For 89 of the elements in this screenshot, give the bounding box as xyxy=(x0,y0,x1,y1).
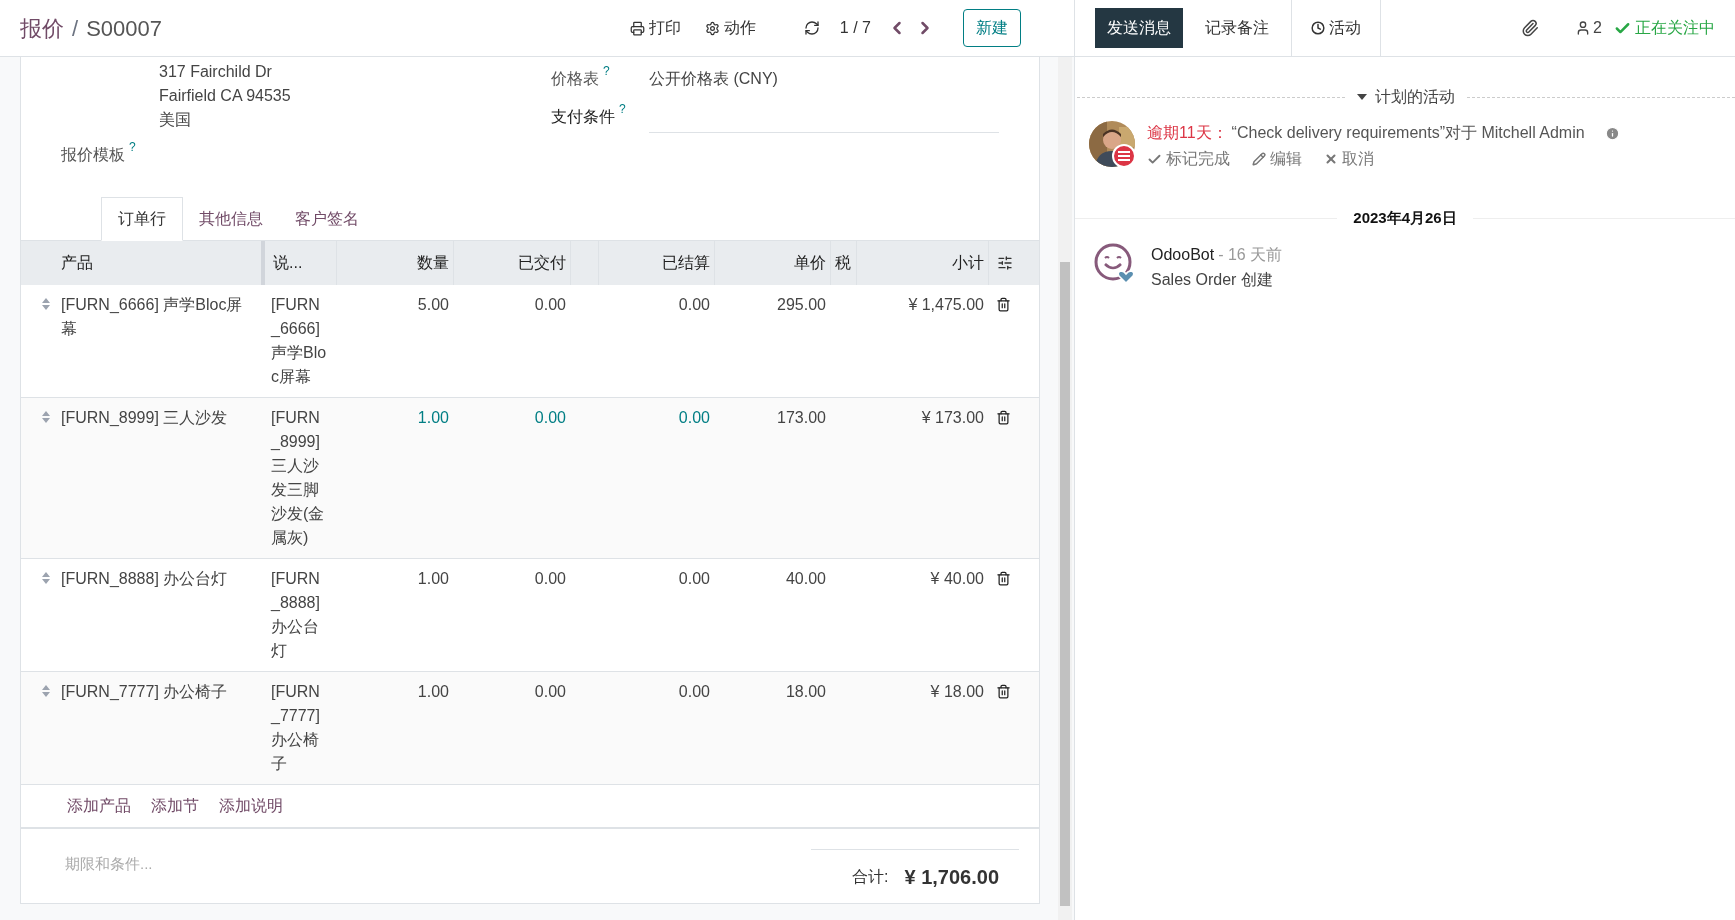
add-line-link[interactable]: 添加说明 xyxy=(219,794,283,818)
new-button[interactable]: 新建 xyxy=(963,9,1021,47)
activity-action[interactable]: 取消 xyxy=(1324,147,1374,171)
form-tab[interactable]: 客户签名 xyxy=(279,197,375,241)
activity-action[interactable]: 标记完成 xyxy=(1147,147,1230,171)
help-mark[interactable]: ? xyxy=(603,65,610,77)
clock-icon xyxy=(1311,21,1325,35)
invoiced-cell: 0.00 xyxy=(598,397,714,559)
invoiced-cell: 0.00 xyxy=(598,671,714,785)
delivered-cell: 0.00 xyxy=(453,558,570,672)
chatter-button[interactable]: 发送消息 xyxy=(1095,8,1183,48)
total-label: 合计: xyxy=(852,867,889,887)
delivered-cell: 0.00 xyxy=(453,397,570,559)
unit-price-cell: 18.00 xyxy=(714,671,830,785)
robot-avatar-icon xyxy=(1093,241,1135,284)
invoiced-cell: 0.00 xyxy=(598,558,714,672)
terms-field[interactable]: 期限和条件... xyxy=(65,849,465,877)
quantity-cell: 5.00 xyxy=(336,285,453,398)
activity-type-icon xyxy=(1112,144,1136,168)
date-separator: 2023年4月26日 xyxy=(1353,208,1457,228)
chatter-button[interactable]: 记录备注 xyxy=(1193,8,1281,48)
delivered-cell: 0.00 xyxy=(453,285,570,398)
address-line: 美国 xyxy=(159,110,192,130)
description-cell: [FURN_7777] 办公椅子 xyxy=(263,671,336,785)
scrollbar[interactable] xyxy=(1058,57,1072,920)
breadcrumb-separator: / xyxy=(72,14,79,43)
followers-button[interactable]: 2 xyxy=(1575,16,1602,40)
address-line: Fairfield CA 94535 xyxy=(159,86,292,106)
message-time: - 16 天前 xyxy=(1218,244,1283,265)
column-settings-icon[interactable] xyxy=(996,255,1013,271)
quantity-cell: 1.00 xyxy=(336,558,453,672)
description-cell: [FURN_8999] 三人沙发三脚沙发(金属灰) xyxy=(263,397,336,559)
product-cell: [FURN_6666] 声学Bloc屏幕 xyxy=(61,285,263,398)
breadcrumb-link[interactable]: 报价 xyxy=(20,11,64,45)
quantity-cell: 1.00 xyxy=(336,671,453,785)
delete-icon[interactable] xyxy=(996,410,1011,425)
delete-icon[interactable] xyxy=(996,297,1011,312)
field-label: 价格表 xyxy=(551,69,599,89)
help-mark[interactable]: ? xyxy=(129,141,136,153)
info-icon[interactable] xyxy=(1604,125,1620,141)
pricelist-field[interactable]: 公开价格表 (CNY) xyxy=(649,67,999,91)
record-title: S00007 xyxy=(86,14,162,43)
product-cell: [FURN_8888] 办公台灯 xyxy=(61,558,263,672)
total-amount: ¥ 1,706.00 xyxy=(904,865,999,890)
activity-summary: “Check delivery requirements”对于 Mitchell Admin xyxy=(1231,123,1585,143)
pencil-icon xyxy=(1252,152,1266,166)
chatter-button[interactable]: 活动 xyxy=(1291,0,1381,57)
delete-icon[interactable] xyxy=(996,684,1011,699)
activity-action[interactable]: 编辑 xyxy=(1252,147,1302,171)
caret-icon xyxy=(1357,94,1367,100)
address-line: 317 Fairchild Dr xyxy=(159,62,273,82)
paperclip-icon[interactable] xyxy=(1521,19,1540,37)
subtotal-cell: ¥ 1,475.00 xyxy=(856,285,988,398)
product-cell: [FURN_7777] 办公椅子 xyxy=(61,671,263,785)
subtotal-cell: ¥ 18.00 xyxy=(856,671,988,785)
refresh-icon[interactable] xyxy=(803,20,820,36)
print-button[interactable]: 打印 xyxy=(629,16,681,40)
overdue-label: 逾期11天： xyxy=(1147,123,1228,143)
drag-handle-icon[interactable] xyxy=(41,684,51,698)
help-mark[interactable]: ? xyxy=(619,103,626,115)
message-body: Sales Order 创建 xyxy=(1151,269,1274,290)
add-line-link[interactable]: 添加节 xyxy=(151,794,199,818)
unit-price-cell: 295.00 xyxy=(714,285,830,398)
drag-handle-icon[interactable] xyxy=(41,571,51,585)
unit-price-cell: 173.00 xyxy=(714,397,830,559)
description-cell: [FURN_8888] 办公台灯 xyxy=(263,558,336,672)
invoiced-cell: 0.00 xyxy=(598,285,714,398)
print-icon xyxy=(629,20,645,36)
subtotal-cell: ¥ 173.00 xyxy=(856,397,988,559)
drag-handle-icon[interactable] xyxy=(41,410,51,424)
action-button[interactable]: 动作 xyxy=(704,16,756,40)
subtotal-cell: ¥ 40.00 xyxy=(856,558,988,672)
gear-icon xyxy=(704,20,720,36)
planned-activities-toggle[interactable]: 计划的活动 xyxy=(1357,85,1455,109)
message-author[interactable]: OdooBot xyxy=(1151,241,1215,267)
close-icon xyxy=(1324,152,1338,166)
pager: 1 / 7 xyxy=(839,18,871,38)
description-cell: [FURN_6666] 声学Bloc屏幕 xyxy=(263,285,336,398)
unit-price-cell: 40.00 xyxy=(714,558,830,672)
form-tab[interactable]: 订单行 xyxy=(101,197,183,241)
product-cell: [FURN_8999] 三人沙发 xyxy=(61,397,263,559)
quantity-cell: 1.00 xyxy=(336,397,453,559)
delivered-cell: 0.00 xyxy=(453,671,570,785)
delete-icon[interactable] xyxy=(996,571,1011,586)
drag-handle-icon[interactable] xyxy=(41,297,51,311)
field-label: 报价模板 xyxy=(61,145,125,165)
field-label: 支付条件 xyxy=(551,107,615,127)
form-tab[interactable]: 其他信息 xyxy=(183,197,279,241)
add-line-link[interactable]: 添加产品 xyxy=(67,794,131,818)
